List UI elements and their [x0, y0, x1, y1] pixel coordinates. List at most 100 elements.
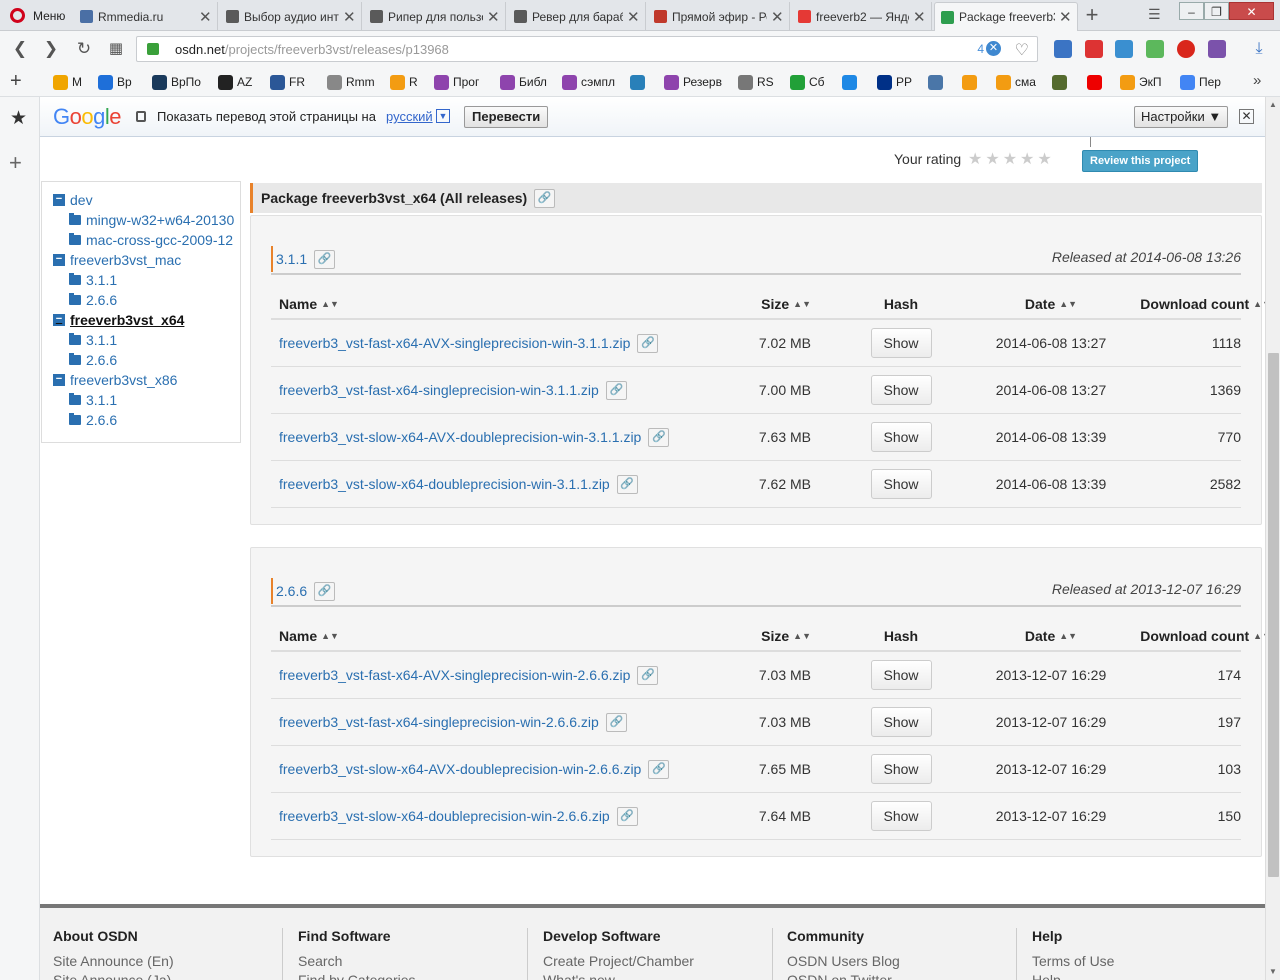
file-permalink-icon[interactable]: 🔗	[605, 712, 627, 732]
extension-red-icon[interactable]	[1085, 40, 1103, 58]
release-permalink-icon[interactable]: 🔗	[314, 249, 336, 269]
bookmark-item[interactable]: Вр	[98, 74, 132, 90]
browser-tab[interactable]: Package freeverb3 ✕	[934, 2, 1078, 31]
close-translate-icon[interactable]: ✕	[1239, 109, 1254, 124]
tree-folder[interactable]: 2.6.6	[42, 350, 240, 370]
scroll-up-icon[interactable]: ▲	[1269, 100, 1277, 109]
file-link[interactable]: freeverb3_vst-slow-x64-doubleprecision-w…	[279, 476, 610, 492]
bookmark-item[interactable]	[842, 74, 861, 90]
footer-link[interactable]: Site Announce (En)	[53, 952, 282, 971]
bookmark-item[interactable]: ВрПо	[152, 74, 201, 90]
collapse-icon[interactable]: −	[53, 254, 65, 266]
file-permalink-icon[interactable]: 🔗	[637, 665, 659, 685]
browser-tab[interactable]: Рипер для пользо ✕	[364, 2, 506, 31]
bookmark-item[interactable]: ЭкП	[1120, 74, 1162, 90]
tree-group[interactable]: − dev	[42, 190, 240, 210]
file-permalink-icon[interactable]: 🔗	[616, 806, 638, 826]
footer-link[interactable]: Site Announce (Ja)	[53, 971, 282, 980]
scroll-thumb[interactable]	[1268, 353, 1279, 877]
browser-tab[interactable]: Выбор аудио инте ✕	[220, 2, 362, 31]
package-permalink-icon[interactable]: 🔗	[534, 188, 556, 208]
col-downloads[interactable]: Download count▲▼	[1101, 290, 1265, 318]
bookmark-item[interactable]	[928, 74, 947, 90]
bookmark-item[interactable]: Rmm	[327, 74, 375, 90]
col-name[interactable]: Name ▲▼	[279, 622, 339, 650]
release-permalink-icon[interactable]: 🔗	[314, 581, 336, 601]
back-icon[interactable]: ❮	[10, 39, 30, 59]
close-tab-icon[interactable]: ✕	[771, 8, 784, 26]
rating-stars[interactable]: ★★★★★	[968, 149, 1055, 169]
file-permalink-icon[interactable]: 🔗	[616, 474, 638, 494]
tree-folder[interactable]: 3.1.1	[42, 270, 240, 290]
collapse-icon[interactable]: −	[53, 194, 65, 206]
opera-menu-button[interactable]: Меню	[0, 0, 72, 31]
tree-folder[interactable]: 3.1.1	[42, 390, 240, 410]
bookmarks-star-icon[interactable]: ★	[10, 107, 27, 130]
file-permalink-icon[interactable]: 🔗	[637, 333, 659, 353]
bookmark-item[interactable]: сэмпл	[562, 74, 615, 90]
extension-multi-icon[interactable]	[1208, 40, 1226, 58]
file-link[interactable]: freeverb3_vst-slow-x64-doubleprecision-w…	[279, 808, 610, 824]
download-helper-icon[interactable]	[1146, 40, 1164, 58]
footer-link[interactable]: OSDN on Twitter	[787, 971, 1016, 980]
tree-folder[interactable]: 2.6.6	[42, 410, 240, 430]
bookmark-item[interactable]: RS	[738, 74, 774, 90]
bookmark-item[interactable]: сма	[996, 74, 1036, 90]
show-hash-button[interactable]: Show	[870, 328, 932, 358]
file-link[interactable]: freeverb3_vst-fast-x64-AVX-singleprecisi…	[279, 335, 630, 351]
forward-icon[interactable]: ❯	[41, 39, 61, 59]
collapse-icon[interactable]: −	[53, 314, 65, 326]
extension-blue-icon[interactable]	[1115, 40, 1133, 58]
translate-button[interactable]: Перевести	[464, 106, 549, 128]
browser-tab[interactable]: freeverb2 — Янде ✕	[792, 2, 932, 31]
tree-folder[interactable]: 3.1.1	[42, 330, 240, 350]
bookmark-item[interactable]: AZ	[218, 74, 252, 90]
close-tab-icon[interactable]: ✕	[343, 8, 356, 26]
bookmark-item[interactable]: Резерв	[664, 74, 722, 90]
bookmark-item[interactable]: М	[53, 74, 82, 90]
browser-tab[interactable]: Ревер для бараба ✕	[508, 2, 646, 31]
show-hash-button[interactable]: Show	[870, 469, 932, 499]
show-hash-button[interactable]: Show	[870, 801, 932, 831]
tree-group[interactable]: − freeverb3vst_x86	[42, 370, 240, 390]
bookmark-item[interactable]: Библ	[500, 74, 547, 90]
adblock-plus-icon[interactable]	[1177, 40, 1195, 58]
show-hash-button[interactable]: Show	[870, 707, 932, 737]
bookmark-item[interactable]: PP	[877, 74, 912, 90]
bookmark-item[interactable]	[1087, 74, 1106, 90]
translate-settings-button[interactable]: Настройки ▼	[1134, 106, 1229, 128]
tree-folder[interactable]: 2.6.6	[42, 290, 240, 310]
show-hash-button[interactable]: Show	[870, 754, 932, 784]
bookmark-heart-icon[interactable]: ♡	[1015, 40, 1029, 60]
col-size[interactable]: Size ▲▼	[711, 290, 811, 318]
tree-folder[interactable]: mingw-w32+w64-20130	[42, 210, 240, 230]
new-tab-button[interactable]: +	[1081, 3, 1103, 27]
footer-link[interactable]: OSDN Users Blog	[787, 952, 1016, 971]
tree-group[interactable]: − freeverb3vst_x64	[42, 310, 240, 330]
adblock-badge[interactable]: 4 ✕	[977, 41, 1001, 56]
apps-grid-icon[interactable]	[1054, 40, 1072, 58]
col-name[interactable]: Name ▲▼	[279, 290, 339, 318]
bookmark-item[interactable]	[962, 74, 981, 90]
close-tab-icon[interactable]: ✕	[627, 8, 640, 26]
footer-link[interactable]: Terms of Use	[1032, 952, 1262, 971]
url-field[interactable]: osdn.net/projects/freeverb3vst/releases/…	[136, 36, 1038, 62]
close-tab-icon[interactable]: ✕	[1059, 8, 1072, 26]
release-version-link[interactable]: 3.1.1	[276, 251, 307, 267]
tree-group[interactable]: − freeverb3vst_mac	[42, 250, 240, 270]
bookmark-item[interactable]: Пер	[1180, 74, 1221, 90]
footer-link[interactable]: Create Project/Chamber	[543, 952, 772, 971]
language-dropdown-icon[interactable]: ▼	[436, 109, 450, 123]
bookmark-item[interactable]: FR	[270, 74, 305, 90]
reload-icon[interactable]: ↻	[74, 39, 94, 59]
show-hash-button[interactable]: Show	[870, 660, 932, 690]
file-link[interactable]: freeverb3_vst-slow-x64-AVX-doubleprecisi…	[279, 761, 641, 777]
bookmark-item[interactable]: Прог	[434, 74, 479, 90]
show-hash-button[interactable]: Show	[870, 375, 932, 405]
footer-link[interactable]: Find by Categories	[298, 971, 527, 980]
more-bookmarks-icon[interactable]: »	[1253, 72, 1261, 89]
browser-tab[interactable]: Прямой эфир - Ро ✕	[648, 2, 790, 31]
footer-link[interactable]: Search	[298, 952, 527, 971]
file-permalink-icon[interactable]: 🔗	[648, 759, 670, 779]
tree-folder[interactable]: mac-cross-gcc-2009-12	[42, 230, 240, 250]
